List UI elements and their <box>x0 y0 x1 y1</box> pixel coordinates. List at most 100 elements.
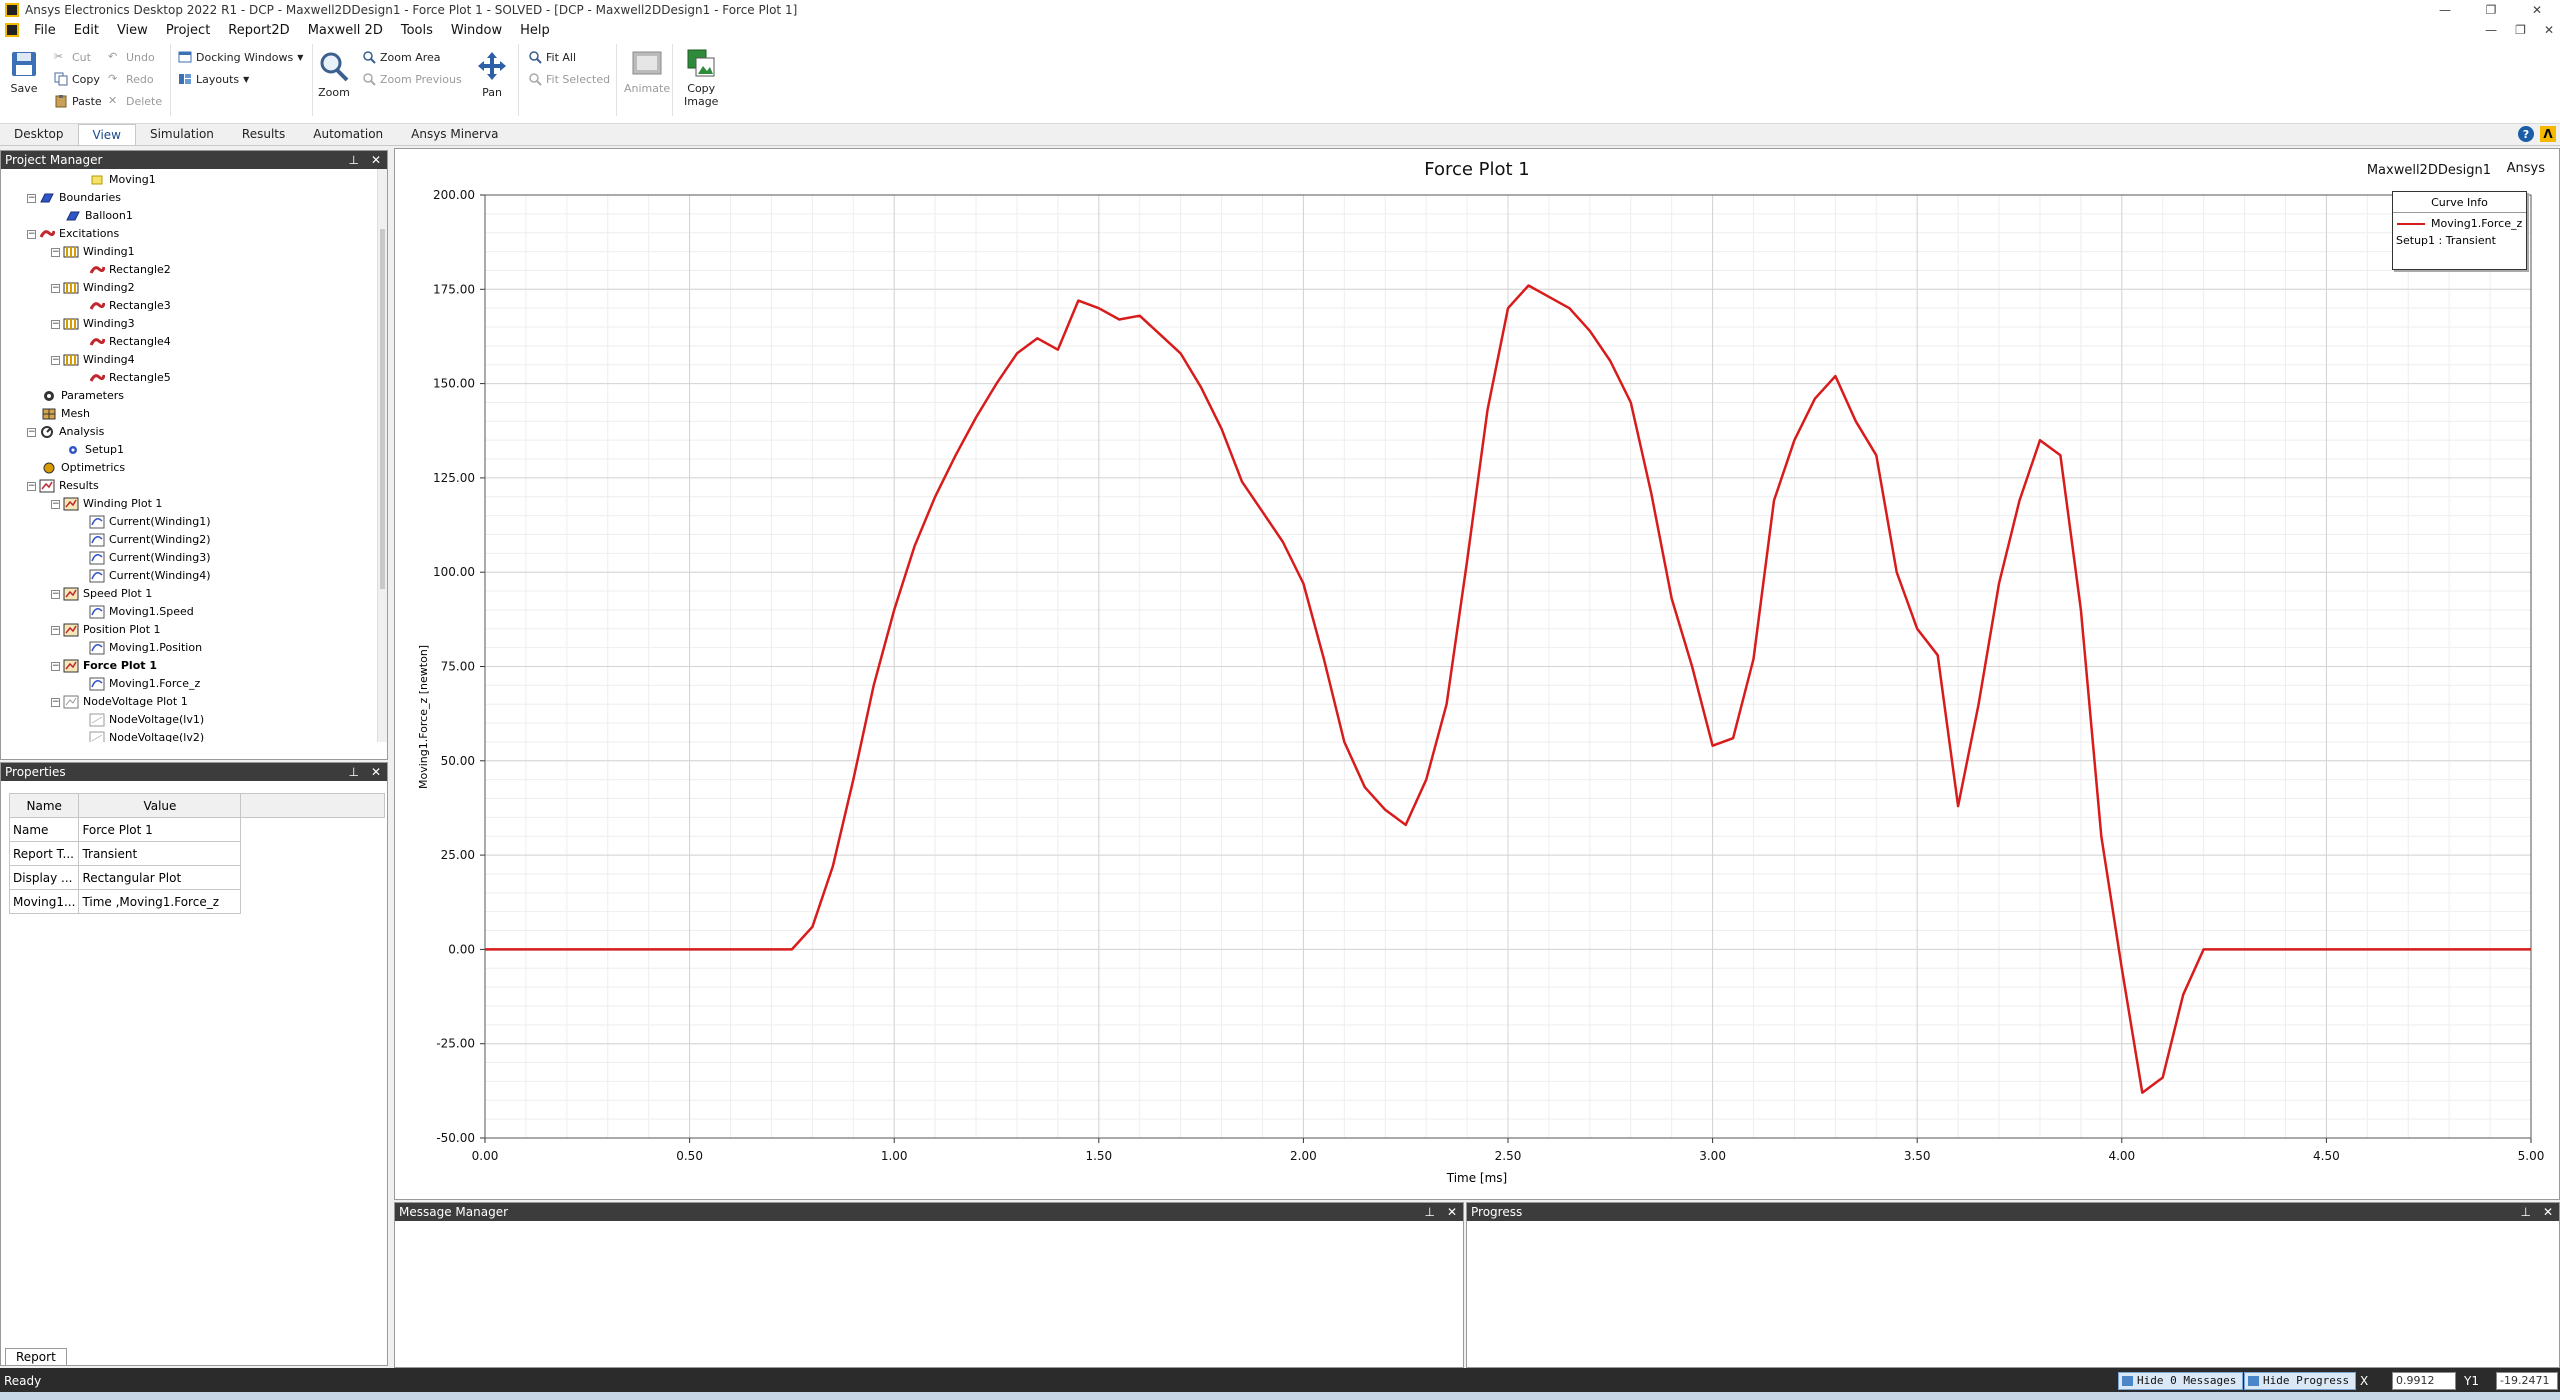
fit-selected-button[interactable]: Fit Selected <box>528 72 610 86</box>
legend-entry[interactable]: Moving1.Force_z <box>2397 217 2524 230</box>
tree-item[interactable]: Parameters <box>41 387 124 405</box>
collapse-toggle-icon[interactable]: − <box>51 499 60 509</box>
zoom-area-button[interactable]: Zoom Area <box>362 50 441 64</box>
tree-item[interactable]: Rectangle2 <box>89 261 171 279</box>
tree-item[interactable]: Moving1.Speed <box>89 603 194 621</box>
tree-item[interactable]: Current(Winding3) <box>89 549 211 567</box>
collapse-toggle-icon[interactable]: − <box>51 355 60 365</box>
close-icon[interactable]: ✕ <box>371 763 381 781</box>
tree-item[interactable]: NodeVoltage(lv1) <box>89 711 204 729</box>
collapse-toggle-icon[interactable]: − <box>51 697 60 707</box>
fit-all-button[interactable]: Fit All <box>528 50 576 64</box>
tree-item[interactable]: NodeVoltage(lv2) <box>89 729 204 742</box>
close-icon[interactable]: ✕ <box>371 151 381 169</box>
tree-item[interactable]: Current(Winding2) <box>89 531 211 549</box>
menu-tools[interactable]: Tools <box>392 23 442 38</box>
scrollbar-thumb[interactable] <box>380 229 385 589</box>
tree-item[interactable]: Optimetrics <box>41 459 125 477</box>
save-button[interactable]: Save <box>10 50 38 95</box>
menu-window[interactable]: Window <box>442 23 511 38</box>
menu-edit[interactable]: Edit <box>65 23 108 38</box>
collapse-toggle-icon[interactable]: − <box>27 427 36 437</box>
menu-maxwell2d[interactable]: Maxwell 2D <box>299 23 392 38</box>
mdi-minimize-button[interactable]: — <box>2485 23 2497 37</box>
report-tab[interactable]: Report <box>5 1348 67 1365</box>
undo-button[interactable]: ↶ Undo <box>108 50 155 64</box>
tree-item[interactable]: Rectangle3 <box>89 297 171 315</box>
tree-item[interactable]: Moving1.Force_z <box>89 675 200 693</box>
tree-item[interactable]: Setup1 <box>65 441 124 459</box>
collapse-toggle-icon[interactable]: − <box>51 319 60 329</box>
zoom-previous-button[interactable]: Zoom Previous <box>362 72 462 86</box>
pin-icon[interactable]: ⊥ <box>348 151 358 169</box>
tree-item[interactable]: − Winding3 <box>51 315 135 333</box>
tree-item[interactable]: Current(Winding4) <box>89 567 211 585</box>
tree-item[interactable]: Rectangle4 <box>89 333 171 351</box>
layouts-dropdown[interactable]: Layouts ▼ <box>178 72 249 86</box>
tree-item[interactable]: − Speed Plot 1 <box>51 585 152 603</box>
pin-icon[interactable]: ⊥ <box>348 763 358 781</box>
hide-progress-button[interactable]: Hide Progress <box>2244 1372 2357 1390</box>
collapse-toggle-icon[interactable]: − <box>51 661 60 671</box>
copy-button[interactable]: Copy <box>54 72 100 86</box>
ansys-logo-icon[interactable]: Λ <box>2540 126 2556 142</box>
tree-item[interactable]: − Winding Plot 1 <box>51 495 162 513</box>
document-icon[interactable] <box>5 23 19 37</box>
mdi-close-button[interactable]: ✕ <box>2544 23 2554 37</box>
tree-item[interactable]: − Winding2 <box>51 279 135 297</box>
minimize-button[interactable]: — <box>2422 0 2468 20</box>
paste-button[interactable]: Paste <box>54 94 102 108</box>
menu-view[interactable]: View <box>108 23 157 38</box>
collapse-toggle-icon[interactable]: − <box>51 247 60 257</box>
tree-item[interactable]: − Excitations <box>27 225 119 243</box>
restore-button[interactable]: ❐ <box>2468 0 2514 20</box>
tree-item[interactable]: Moving1.Position <box>89 639 202 657</box>
mdi-restore-button[interactable]: ❐ <box>2515 23 2526 37</box>
tree-item[interactable]: − Position Plot 1 <box>51 621 161 639</box>
tree-item[interactable]: Current(Winding1) <box>89 513 211 531</box>
close-button[interactable]: ✕ <box>2514 0 2560 20</box>
copy-image-button[interactable]: Copy Image <box>684 48 718 108</box>
pin-icon[interactable]: ⊥ <box>2520 1203 2530 1221</box>
tree-item[interactable]: − Results <box>27 477 99 495</box>
collapse-toggle-icon[interactable]: − <box>51 625 60 635</box>
table-row[interactable]: Moving1... Time ,Moving1.Force_z <box>8 889 385 914</box>
menu-help[interactable]: Help <box>511 23 559 38</box>
pan-button[interactable]: Pan <box>476 50 508 99</box>
close-icon[interactable]: ✕ <box>2543 1203 2553 1221</box>
redo-button[interactable]: ↷ Redo <box>108 72 154 86</box>
hide-messages-button[interactable]: Hide 0 Messages <box>2118 1372 2244 1390</box>
tree-item[interactable]: Moving1 <box>89 171 156 189</box>
delete-button[interactable]: ✕ Delete <box>108 94 162 108</box>
table-row[interactable]: Report T... Transient <box>8 841 385 866</box>
collapse-toggle-icon[interactable]: − <box>27 193 36 203</box>
tab-automation[interactable]: Automation <box>299 124 397 145</box>
menu-project[interactable]: Project <box>157 23 219 38</box>
docking-windows-dropdown[interactable]: Docking Windows ▼ <box>178 50 303 64</box>
close-icon[interactable]: ✕ <box>1447 1203 1457 1221</box>
tree-item[interactable]: Mesh <box>41 405 90 423</box>
pin-icon[interactable]: ⊥ <box>1424 1203 1434 1221</box>
tab-desktop[interactable]: Desktop <box>0 124 78 145</box>
tree-item[interactable]: − Boundaries <box>27 189 121 207</box>
table-row[interactable]: Name Force Plot 1 <box>8 817 385 842</box>
collapse-toggle-icon[interactable]: − <box>27 229 36 239</box>
menu-report2d[interactable]: Report2D <box>219 23 298 38</box>
tab-view[interactable]: View <box>77 124 136 145</box>
tree-item[interactable]: − Analysis <box>27 423 104 441</box>
cut-button[interactable]: ✂ Cut <box>54 50 91 64</box>
tree-item[interactable]: Balloon1 <box>65 207 133 225</box>
animate-button[interactable]: Animate <box>624 50 670 95</box>
tree-scrollbar[interactable] <box>377 169 387 742</box>
tree-item[interactable]: − Winding4 <box>51 351 135 369</box>
zoom-button[interactable]: Zoom <box>318 50 350 99</box>
collapse-toggle-icon[interactable]: − <box>51 589 60 599</box>
tab-results[interactable]: Results <box>228 124 299 145</box>
tab-simulation[interactable]: Simulation <box>136 124 228 145</box>
help-icon[interactable]: ? <box>2518 126 2534 142</box>
tab-ansys-minerva[interactable]: Ansys Minerva <box>397 124 512 145</box>
table-row[interactable]: Display ... Rectangular Plot <box>8 865 385 890</box>
tree-item[interactable]: Rectangle5 <box>89 369 171 387</box>
force-chart[interactable]: 0.00 0.50 1.00 1.50 2.00 2.50 3.00 3.50 4.00 4.50… <box>395 149 2560 1201</box>
tree-item[interactable]: − Force Plot 1 <box>51 657 157 675</box>
